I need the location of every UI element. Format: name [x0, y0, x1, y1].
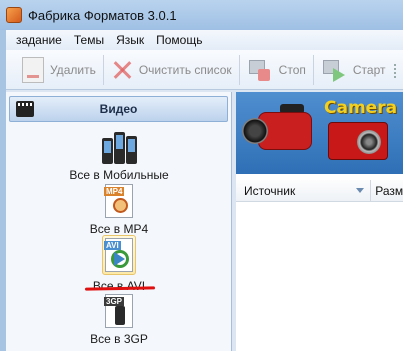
- format-item-3gp[interactable]: 3GP Все в 3GP: [6, 294, 232, 346]
- delete-button[interactable]: Удалить: [18, 53, 100, 87]
- format-item-label: Все в MP4: [89, 222, 149, 236]
- mobile-phones-icon: [100, 130, 138, 164]
- start-icon: [321, 57, 347, 83]
- photo-camera-icon: [328, 122, 388, 160]
- format-item-mp4[interactable]: MP4 Все в MP4: [6, 184, 232, 236]
- toolbar-overflow-grip[interactable]: [394, 64, 397, 78]
- menu-language[interactable]: Язык: [110, 33, 150, 47]
- camera-banner: Camera: [236, 92, 403, 174]
- format-sidebar: Видео Все в Мобильные MP4 Все в MP4 AVI …: [6, 92, 232, 351]
- menu-bar: задание Темы Язык Помощь: [6, 30, 403, 50]
- toolbar: Удалить Очистить список Стоп Старт: [6, 50, 403, 90]
- avi-file-icon: AVI: [104, 238, 133, 272]
- camcorder-icon: [240, 104, 314, 158]
- stop-label: Стоп: [278, 62, 306, 77]
- mp4-file-icon: MP4: [104, 184, 133, 218]
- title-bar: Фабрика Форматов 3.0.1: [0, 0, 403, 30]
- app-icon: [6, 7, 22, 23]
- clear-list-button[interactable]: Очистить список: [107, 53, 236, 87]
- main-panel: Camera Источник Разм: [236, 92, 403, 351]
- column-size[interactable]: Разм: [371, 184, 403, 198]
- format-item-mobile[interactable]: Все в Мобильные: [6, 130, 232, 182]
- menu-task[interactable]: задание: [10, 33, 68, 47]
- 3gp-file-icon: 3GP: [104, 294, 133, 328]
- clear-icon: [111, 58, 133, 82]
- column-source[interactable]: Источник: [236, 180, 372, 201]
- sort-arrow-icon: [356, 188, 365, 193]
- format-item-avi[interactable]: AVI Все в AVI: [6, 235, 232, 293]
- file-list-header: Источник Разм: [236, 180, 403, 202]
- column-source-label: Источник: [244, 183, 296, 198]
- format-item-label: Все в 3GP: [90, 332, 148, 346]
- column-size-label: Разм: [375, 183, 403, 198]
- toolbar-separator: [238, 54, 240, 85]
- delete-icon: [22, 56, 44, 83]
- clear-list-label: Очистить список: [138, 62, 232, 77]
- stop-icon: [247, 57, 273, 83]
- camera-logo-text: Camera: [324, 98, 398, 118]
- window-title: Фабрика Форматов 3.0.1: [28, 7, 177, 23]
- delete-label: Удалить: [50, 62, 96, 77]
- format-item-label: Все в Мобильные: [69, 168, 169, 182]
- menu-help[interactable]: Помощь: [150, 33, 208, 47]
- start-button[interactable]: Старт: [317, 53, 390, 87]
- category-label: Видео: [99, 102, 138, 116]
- menu-themes[interactable]: Темы: [68, 33, 110, 47]
- start-label: Старт: [352, 62, 386, 77]
- toolbar-separator: [312, 54, 314, 85]
- toolbar-separator: [102, 54, 104, 85]
- category-video[interactable]: Видео: [9, 96, 228, 122]
- stop-button[interactable]: Стоп: [243, 53, 310, 87]
